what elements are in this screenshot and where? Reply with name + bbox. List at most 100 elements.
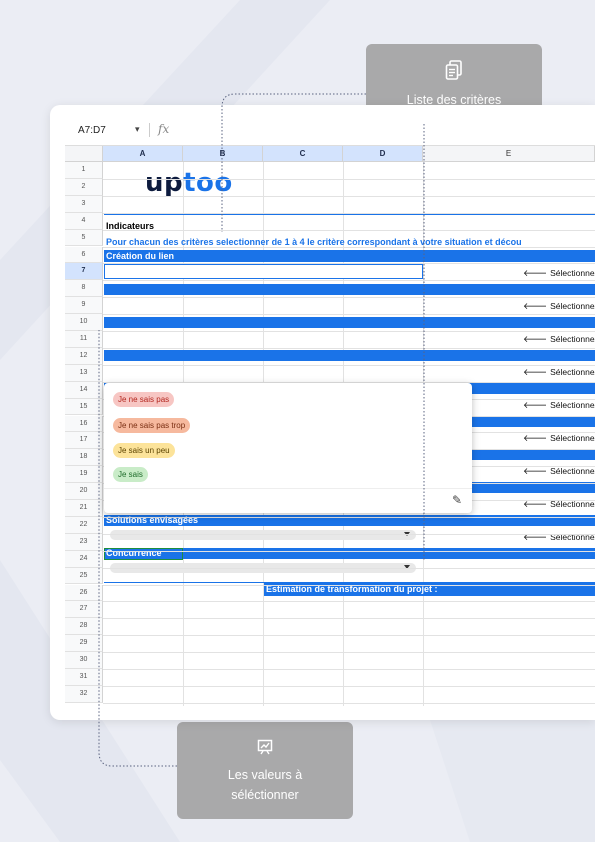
uptoo-logo: uptoo	[145, 168, 233, 198]
row-header-7[interactable]: 7	[65, 263, 103, 281]
row-header-19[interactable]: 19	[65, 466, 103, 484]
gridline	[103, 212, 595, 214]
row-header-1[interactable]: 1	[65, 162, 103, 179]
row-header-27[interactable]: 27	[65, 601, 103, 619]
dropdown-solutions[interactable]	[110, 530, 416, 540]
values-label-line2: séléctionner	[231, 788, 299, 802]
row-header-8[interactable]: 8	[65, 280, 103, 298]
clipboard-list-icon	[445, 60, 463, 80]
row-header-9[interactable]: 9	[65, 297, 103, 315]
arrow-left-icon: 🡐	[523, 334, 548, 344]
select-hint-row19: 🡐 Sélectionnez	[523, 466, 595, 476]
row-header-11[interactable]: 11	[65, 331, 103, 348]
row-header-24[interactable]: 24	[65, 550, 103, 568]
row-header-23[interactable]: 23	[65, 533, 103, 551]
gridline	[103, 550, 595, 552]
chevron-down-icon[interactable]: ▾	[135, 124, 140, 135]
row-header-3[interactable]: 3	[65, 195, 103, 213]
select-hint-row11: 🡐 Sélectionnez	[523, 334, 595, 344]
gridline	[103, 297, 595, 299]
gridline	[103, 263, 595, 265]
gridline	[103, 685, 595, 687]
cell-reference[interactable]: A7:D7	[78, 125, 106, 136]
gridline	[103, 516, 595, 518]
select-hint-row7: 🡐 Sélectionnez	[523, 268, 595, 278]
gridline	[103, 229, 595, 231]
row-header-31[interactable]: 31	[65, 669, 103, 686]
option-je-ne-sais-pas[interactable]: Je ne sais pas	[113, 392, 175, 407]
gridline	[103, 331, 595, 332]
arrow-left-icon: 🡐	[523, 433, 548, 443]
gridline	[103, 567, 595, 569]
arrow-left-icon: 🡐	[523, 268, 548, 278]
row-header-22[interactable]: 22	[65, 516, 103, 534]
row-header-6[interactable]: 6	[65, 246, 103, 264]
spreadsheet-panel: A7:D7 ▾ fx A B C D E 1 2 3 4 5 6 7 8 9 10 11 12 13 14…	[50, 105, 595, 720]
gridline	[103, 364, 595, 366]
column-header-d[interactable]: D	[343, 146, 423, 162]
row-header-15[interactable]: 15	[65, 398, 103, 416]
arrow-left-icon: 🡐	[523, 400, 548, 410]
fx-icon: fx	[158, 122, 170, 136]
arrow-left-icon: 🡐	[523, 301, 548, 311]
column-header-a[interactable]: A	[103, 146, 183, 162]
row-header-16[interactable]: 16	[65, 415, 103, 433]
section-bar	[104, 350, 595, 361]
option-je-sais-un-peu[interactable]: Je sais un peu	[113, 443, 175, 458]
row-header-30[interactable]: 30	[65, 652, 103, 669]
gridline	[103, 702, 595, 704]
values-label-line1: Les valeurs à	[227, 768, 303, 782]
selected-range-a7-d7[interactable]	[104, 264, 423, 279]
section-bar	[104, 284, 595, 295]
section-creation-du-lien: Création du lien	[104, 250, 595, 262]
select-hint-row15: 🡐 Sélectionnez	[523, 400, 595, 410]
option-je-ne-sais-pas-trop[interactable]: Je ne sais pas trop	[113, 418, 191, 433]
select-hint-row17: 🡐 Sélectionnez	[523, 433, 595, 443]
logo-part-up: up	[145, 168, 184, 198]
gridline	[103, 280, 595, 282]
formula-separator	[149, 123, 150, 137]
dropdown-options-popup: Je ne sais pas Je ne sais pas trop Je sa…	[104, 383, 472, 513]
row-header-20[interactable]: 20	[65, 483, 103, 500]
option-je-sais[interactable]: Je sais	[113, 467, 148, 482]
logo-part-too: too	[183, 168, 233, 198]
row-header-17[interactable]: 17	[65, 432, 103, 450]
row-header-21[interactable]: 21	[65, 500, 103, 517]
presentation-chart-icon	[257, 739, 273, 755]
row-header-32[interactable]: 32	[65, 685, 103, 703]
row-header-4[interactable]: 4	[65, 212, 103, 230]
select-hint-row9: 🡐 Sélectionnez	[523, 301, 595, 311]
popup-divider	[104, 488, 472, 489]
gridline	[103, 314, 595, 316]
gridline	[103, 601, 595, 603]
row-header-25[interactable]: 25	[65, 567, 103, 585]
gridline	[103, 195, 595, 197]
formula-bar: A7:D7 ▾ fx	[50, 119, 595, 141]
gridline	[103, 246, 595, 248]
corner-cell[interactable]	[65, 146, 103, 162]
gridline	[103, 618, 595, 620]
row-header-28[interactable]: 28	[65, 618, 103, 636]
row-header-29[interactable]: 29	[65, 635, 103, 653]
arrow-left-icon: 🡐	[523, 367, 548, 377]
gridline	[103, 347, 595, 349]
section-bar	[104, 317, 595, 328]
column-header-c[interactable]: C	[263, 146, 343, 162]
instruction-text: Pour chacun des critères selectionner de…	[106, 237, 522, 247]
row-header-2[interactable]: 2	[65, 178, 103, 196]
row-header-13[interactable]: 13	[65, 364, 103, 382]
row-header-12[interactable]: 12	[65, 347, 103, 365]
select-hint-row13: 🡐 Sélectionnez	[523, 367, 595, 377]
row-header-10[interactable]: 10	[65, 314, 103, 331]
row-header-18[interactable]: 18	[65, 449, 103, 467]
arrow-left-icon: 🡐	[523, 466, 548, 476]
gridline	[103, 178, 595, 180]
row-header-5[interactable]: 5	[65, 229, 103, 247]
row-header-26[interactable]: 26	[65, 584, 103, 602]
gridline	[103, 533, 595, 535]
gridline	[103, 635, 595, 637]
column-header-e[interactable]: E	[423, 146, 595, 162]
pencil-icon[interactable]: ✎	[452, 493, 462, 507]
column-header-b[interactable]: B	[183, 146, 263, 162]
row-header-14[interactable]: 14	[65, 381, 103, 399]
